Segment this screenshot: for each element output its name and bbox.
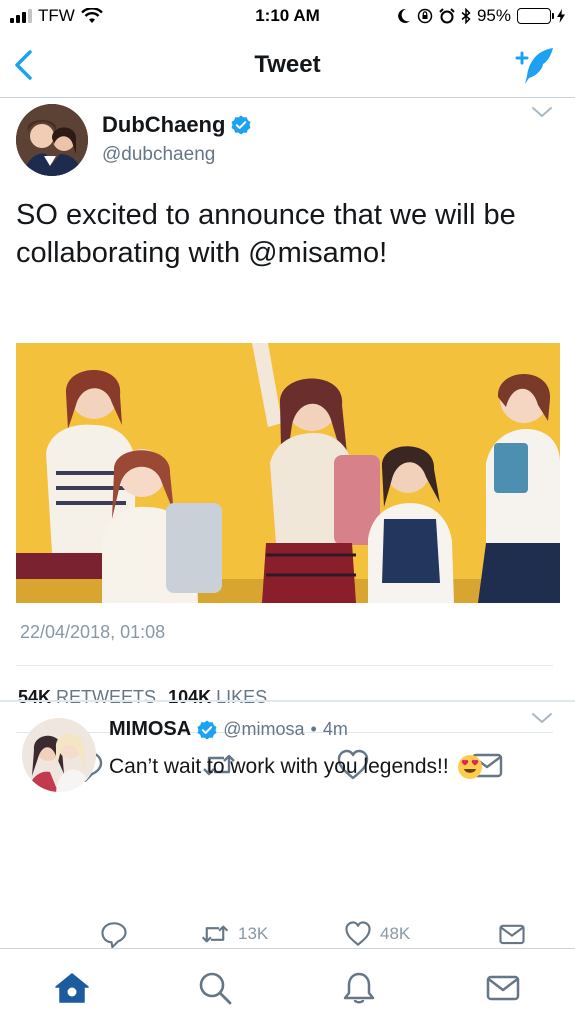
- author-name[interactable]: DubChaeng: [102, 112, 251, 138]
- reply-author-name[interactable]: MIMOSA: [109, 718, 191, 741]
- like-heart-icon: [345, 921, 371, 946]
- reply-icon: [101, 922, 127, 948]
- search-icon[interactable]: [198, 971, 232, 1005]
- alarm-icon: [439, 8, 455, 24]
- tab-bar: [0, 948, 575, 1024]
- navigation-bar: Tweet: [0, 34, 575, 98]
- reply-author-handle[interactable]: @mimosa: [223, 719, 304, 740]
- verified-badge-icon: [197, 720, 217, 739]
- reply-like-count: 48K: [380, 924, 411, 943]
- tweet-timestamp: 22/04/2018, 01:08: [20, 622, 166, 642]
- battery-icon: [517, 8, 554, 24]
- reply-reply-button[interactable]: [100, 920, 128, 948]
- reply-retweet-count: 13K: [238, 924, 269, 943]
- home-icon[interactable]: [55, 971, 89, 1005]
- reply-retweet-button[interactable]: 13K: [200, 920, 268, 948]
- battery-percent: 95%: [476, 6, 511, 25]
- notifications-icon[interactable]: [342, 971, 376, 1005]
- avatar[interactable]: [22, 718, 96, 792]
- verified-badge-icon: [231, 115, 251, 135]
- messages-icon[interactable]: [486, 971, 520, 1005]
- reply-like-button[interactable]: 48K: [344, 920, 410, 948]
- compose-tweet-icon[interactable]: [509, 46, 555, 86]
- reply-text-content: Can’t wait to work with you legends!!: [109, 755, 449, 778]
- reply-tweet[interactable]: MIMOSA @mimosa • 4m Can’t wait to work w…: [0, 702, 575, 948]
- tweet-photo[interactable]: [16, 343, 560, 603]
- orientation-lock-icon: [417, 8, 433, 24]
- charging-icon: [557, 9, 565, 23]
- moon-icon: [398, 8, 410, 23]
- author-display-name[interactable]: DubChaeng: [102, 112, 225, 138]
- avatar[interactable]: [16, 104, 88, 176]
- status-bar: TFW 1:10 AM 95%: [0, 0, 575, 34]
- chevron-down-icon[interactable]: [531, 104, 553, 120]
- reply-time: 4m: [322, 719, 348, 739]
- divider: [16, 665, 553, 666]
- heart-eyes-emoji: [457, 755, 482, 779]
- status-right: 95%: [397, 6, 565, 26]
- separator-dot: •: [310, 719, 317, 739]
- reply-message-button[interactable]: [498, 920, 526, 948]
- reply-text: Can’t wait to work with you legends!!: [109, 754, 483, 780]
- retweet-icon: [201, 925, 229, 943]
- author-handle[interactable]: @dubchaeng: [102, 144, 215, 166]
- reply-header: MIMOSA @mimosa • 4m: [109, 718, 348, 741]
- reply-actions: 13K 48K: [0, 920, 575, 950]
- direct-message-icon: [499, 924, 525, 945]
- tweet-text: SO excited to announce that we will be c…: [16, 199, 516, 269]
- chevron-down-icon[interactable]: [531, 710, 553, 726]
- bluetooth-icon: [461, 8, 471, 24]
- page-title: Tweet: [254, 51, 321, 78]
